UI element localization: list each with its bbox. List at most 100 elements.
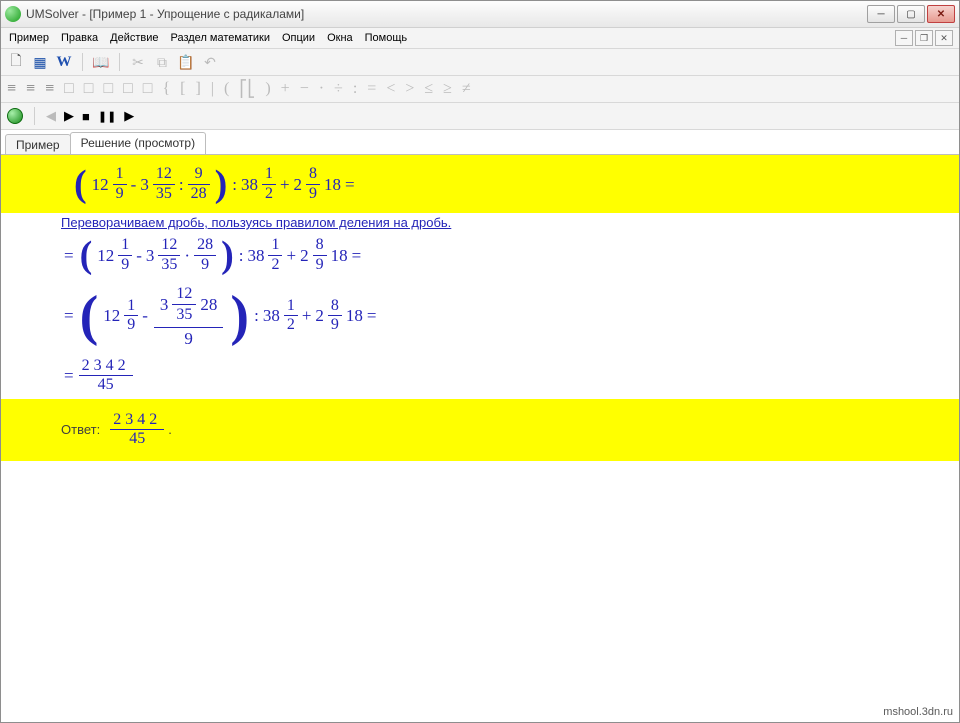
w-button[interactable]: W <box>55 52 73 72</box>
step-note: Переворачиваем дробь, пользуясь правилом… <box>1 213 959 232</box>
math-token: 38 <box>241 176 258 193</box>
window-title: UMSolver - [Пример 1 - Упрощение с радик… <box>26 7 867 21</box>
math-token: 18 <box>324 176 341 193</box>
record-icon[interactable] <box>7 108 23 124</box>
fraction: 12 35 <box>153 165 175 203</box>
sym-icon[interactable]: □ <box>123 80 133 98</box>
mdi-minimize-button[interactable]: ─ <box>895 30 913 46</box>
watermark-text: mshool.3dn.ru <box>883 706 953 718</box>
lparen-icon: ( <box>74 165 87 203</box>
sym-pipe-icon[interactable]: | <box>211 80 214 98</box>
rparen-icon: ) <box>215 165 228 203</box>
menu-options[interactable]: Опции <box>282 32 315 44</box>
minimize-button[interactable]: ─ <box>867 5 895 23</box>
sym-paren-open-icon[interactable]: ( <box>224 80 229 98</box>
sym-icon[interactable]: □ <box>103 80 113 98</box>
sym-gt-icon[interactable]: > <box>405 80 414 98</box>
sym-icon[interactable]: ≡ <box>45 80 54 98</box>
fraction: 8 9 <box>313 236 327 274</box>
math-token: 2 <box>294 176 303 193</box>
tab-bar: Пример Решение (просмотр) <box>1 130 959 154</box>
answer-block: Ответ: 2342 45 . <box>1 399 959 461</box>
play-icon[interactable]: ▶ <box>64 108 74 124</box>
fraction: 12 35 <box>158 236 180 274</box>
sym-bracket-open-icon[interactable]: [ <box>180 80 185 98</box>
answer-dot: . <box>168 422 172 437</box>
fraction: 8 9 <box>306 165 320 203</box>
symbol-toolbar: ≡ ≡ ≡ □ □ □ □ □ { [ ] | ( ⎡⎣ ) + − · ÷ :… <box>1 76 959 103</box>
expression-step: = ( 12 1 9 - 3 12 35 · 28 9 ) : 38 1 2 <box>1 232 959 278</box>
rparen-icon: ) <box>230 288 249 344</box>
rparen-icon: ) <box>221 236 234 274</box>
sym-brace-icon[interactable]: { <box>162 80 170 98</box>
titlebar: UMSolver - [Пример 1 - Упрощение с радик… <box>1 1 959 28</box>
sym-minus-icon[interactable]: − <box>300 80 309 98</box>
app-icon <box>5 6 21 22</box>
sym-ge-icon[interactable]: ≥ <box>443 80 452 98</box>
math-token: : <box>232 176 237 193</box>
next-icon[interactable]: ▶ <box>124 108 134 124</box>
copybook-icon[interactable]: 📖 <box>92 52 110 72</box>
grid-icon[interactable]: ▦ <box>31 52 49 72</box>
sym-divide-icon[interactable]: ÷ <box>334 80 343 98</box>
prev-icon[interactable]: ◀ <box>46 108 56 124</box>
maximize-button[interactable]: ▢ <box>897 5 925 23</box>
math-token: : <box>179 176 184 193</box>
mdi-restore-button[interactable]: ❐ <box>915 30 933 46</box>
math-token: 3 <box>140 176 149 193</box>
main-toolbar: 🗋 ▦ W 📖 ✂ ⧉ 📋 ↶ <box>1 49 959 76</box>
sym-matrix-icon[interactable]: ⎡⎣ <box>239 79 255 99</box>
math-token: + <box>280 176 290 193</box>
pause-icon[interactable]: ❚❚ <box>98 110 116 123</box>
menu-edit[interactable]: Правка <box>61 32 98 44</box>
fraction: 1 2 <box>262 165 276 203</box>
menu-math-section[interactable]: Раздел математики <box>171 32 270 44</box>
sym-icon[interactable]: □ <box>84 80 94 98</box>
expression-step: = ( 12 1 9 - 3 12 35 28 9 ) <box>1 278 959 353</box>
menu-example[interactable]: Пример <box>9 32 49 44</box>
tab-example[interactable]: Пример <box>5 134 71 156</box>
tab-solution-view[interactable]: Решение (просмотр) <box>70 132 206 154</box>
close-button[interactable]: ✕ <box>927 5 955 23</box>
sym-equals-icon[interactable]: = <box>367 80 376 98</box>
sym-icon[interactable]: ≡ <box>7 80 16 98</box>
math-token: 12 <box>92 176 109 193</box>
sym-le-icon[interactable]: ≤ <box>424 80 433 98</box>
sym-bracket-close-icon[interactable]: ] <box>195 80 200 98</box>
copy-icon[interactable]: ⧉ <box>153 52 171 72</box>
sym-icon[interactable]: □ <box>143 80 153 98</box>
sym-dot-icon[interactable]: · <box>319 80 324 98</box>
sym-colon-icon[interactable]: : <box>353 80 357 98</box>
answer-label: Ответ: <box>61 422 100 437</box>
math-token: = <box>64 247 74 264</box>
sym-icon[interactable]: ≡ <box>26 80 35 98</box>
menu-windows[interactable]: Окна <box>327 32 353 44</box>
menu-action[interactable]: Действие <box>110 32 158 44</box>
lparen-icon: ( <box>80 236 93 274</box>
sym-paren-close-icon[interactable]: ) <box>265 80 270 98</box>
undo-icon[interactable]: ↶ <box>201 52 219 72</box>
mdi-close-button[interactable]: ✕ <box>935 30 953 46</box>
playback-toolbar: ◀ ▶ ■ ❚❚ ▶ <box>1 103 959 130</box>
menu-help[interactable]: Помощь <box>365 32 408 44</box>
lparen-icon: ( <box>80 288 99 344</box>
paste-icon[interactable]: 📋 <box>177 52 195 72</box>
sym-plus-icon[interactable]: + <box>281 80 290 98</box>
toolbar-separator <box>82 53 83 71</box>
fraction: 12 35 <box>172 284 196 325</box>
menubar: Пример Правка Действие Раздел математики… <box>1 28 959 49</box>
sym-ne-icon[interactable]: ≠ <box>462 80 471 98</box>
toolbar-separator <box>119 53 120 71</box>
sym-lt-icon[interactable]: < <box>386 80 395 98</box>
fraction: 28 9 <box>194 236 216 274</box>
app-window: UMSolver - [Пример 1 - Упрощение с радик… <box>0 0 960 723</box>
fraction: 9 28 <box>188 165 210 203</box>
expression-original: ( 12 1 9 - 3 12 35 : 9 28 ) : <box>1 155 959 213</box>
sym-icon[interactable]: □ <box>64 80 74 98</box>
new-file-icon[interactable]: 🗋 <box>7 52 25 72</box>
fraction: 1 9 <box>118 236 132 274</box>
expression-result: = 2342 45 <box>1 353 959 399</box>
window-controls: ─ ▢ ✕ <box>867 5 955 23</box>
cut-icon[interactable]: ✂ <box>129 52 147 72</box>
stop-icon[interactable]: ■ <box>82 109 90 124</box>
